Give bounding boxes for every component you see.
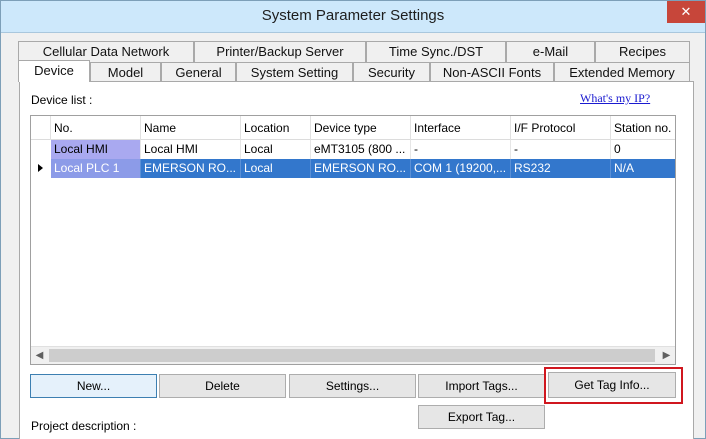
import-tags-button[interactable]: Import Tags...: [418, 374, 545, 398]
scroll-left-icon[interactable]: ◀: [31, 347, 48, 364]
column-header-if-protocol[interactable]: I/F Protocol: [511, 116, 611, 140]
cell-location: Local: [241, 159, 311, 178]
horizontal-scrollbar[interactable]: ◀ ▶: [31, 346, 675, 364]
tab-general[interactable]: General: [161, 62, 236, 83]
tab-device[interactable]: Device: [18, 60, 90, 82]
cell-if-protocol: RS232: [511, 159, 611, 178]
cell-if-protocol: -: [511, 140, 611, 159]
column-header-device-type[interactable]: Device type: [311, 116, 411, 140]
cell-interface: COM 1 (19200,...: [411, 159, 511, 178]
system-parameter-settings-dialog: System Parameter Settings ✕ Cellular Dat…: [0, 0, 706, 439]
column-header-no[interactable]: No.: [51, 116, 141, 140]
title-bar: System Parameter Settings ✕: [1, 1, 705, 33]
export-tag-button[interactable]: Export Tag...: [418, 405, 545, 429]
highlight-box: [544, 367, 683, 404]
tab-email[interactable]: e-Mail: [506, 41, 595, 62]
tab-system-setting[interactable]: System Setting: [236, 62, 353, 83]
column-header-interface[interactable]: Interface: [411, 116, 511, 140]
row-indicator: [31, 159, 51, 178]
table-row[interactable]: Local HMI Local HMI Local eMT3105 (800 .…: [31, 140, 675, 159]
column-header-location[interactable]: Location: [241, 116, 311, 140]
column-header-station-no[interactable]: Station no.: [611, 116, 675, 140]
device-list-table: No. Name Location Device type Interface …: [30, 115, 676, 365]
scroll-right-icon[interactable]: ▶: [658, 347, 675, 364]
close-button[interactable]: ✕: [667, 1, 705, 23]
whats-my-ip-link[interactable]: What's my IP?: [580, 91, 650, 106]
tab-extended-memory[interactable]: Extended Memory: [554, 62, 690, 83]
tab-model[interactable]: Model: [90, 62, 161, 83]
tab-cellular-data-network[interactable]: Cellular Data Network: [18, 41, 194, 62]
new-button[interactable]: New...: [30, 374, 157, 398]
tab-non-ascii-fonts[interactable]: Non-ASCII Fonts: [430, 62, 554, 83]
scrollbar-thumb[interactable]: [49, 349, 655, 362]
table-header: No. Name Location Device type Interface …: [31, 116, 675, 140]
delete-button[interactable]: Delete: [159, 374, 286, 398]
cell-name: Local HMI: [141, 140, 241, 159]
cell-no: Local PLC 1: [51, 159, 141, 178]
row-header-corner: [31, 116, 51, 140]
window-title: System Parameter Settings: [261, 7, 445, 24]
table-row-selected[interactable]: Local PLC 1 EMERSON RO... Local EMERSON …: [31, 159, 675, 178]
cell-station-no: 0: [614, 142, 621, 156]
current-row-arrow-icon: [38, 164, 43, 172]
device-list-label: Device list :: [31, 93, 93, 107]
close-icon: ✕: [680, 4, 692, 20]
cell-name: EMERSON RO...: [141, 159, 241, 178]
cell-no: Local HMI: [51, 140, 141, 159]
cell-device-type: eMT3105 (800 ...: [311, 140, 411, 159]
cell-interface: -: [411, 140, 511, 159]
project-description-label: Project description :: [31, 419, 137, 433]
tab-recipes[interactable]: Recipes: [595, 41, 690, 62]
tab-time-sync-dst[interactable]: Time Sync./DST: [366, 41, 506, 62]
tab-printer-backup-server[interactable]: Printer/Backup Server: [194, 41, 366, 62]
cell-station-no: N/A: [614, 161, 635, 175]
row-indicator: [31, 140, 51, 159]
cell-device-type: EMERSON RO...: [311, 159, 411, 178]
column-header-name[interactable]: Name: [141, 116, 241, 140]
cell-location: Local: [241, 140, 311, 159]
settings-button[interactable]: Settings...: [289, 374, 416, 398]
tab-security[interactable]: Security: [353, 62, 430, 83]
